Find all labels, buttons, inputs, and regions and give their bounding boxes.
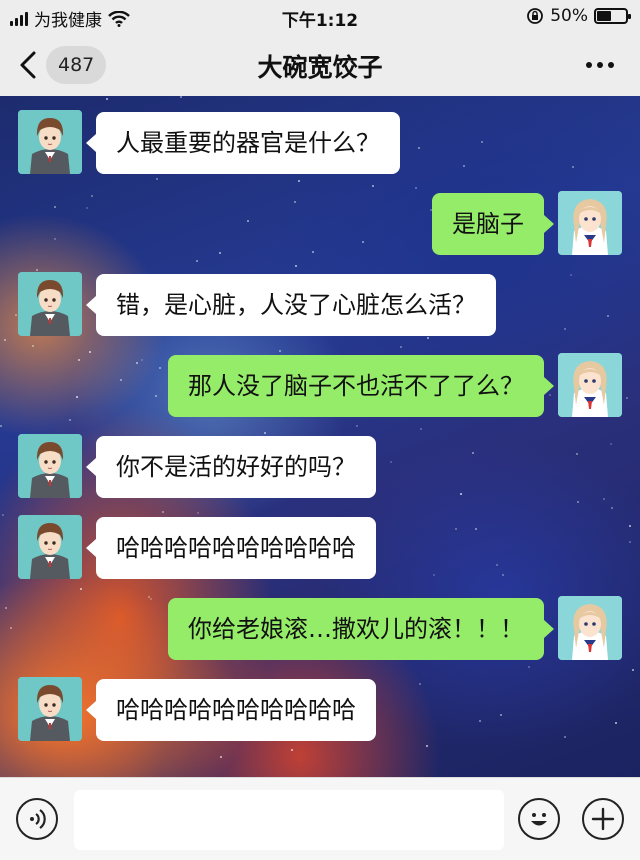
message-row: 是脑子 — [0, 191, 640, 261]
input-bar — [0, 777, 640, 860]
message-row: 你给老娘滚…撒欢儿的滚！！！ — [0, 596, 640, 666]
plus-icon — [591, 807, 615, 831]
orientation-lock-icon — [527, 8, 544, 24]
more-button[interactable] — [586, 62, 614, 68]
voice-button[interactable] — [16, 798, 58, 840]
status-bar: 为我健康 下午1:12 50% — [0, 0, 640, 34]
more-dots-icon — [586, 62, 592, 68]
contact-avatar[interactable] — [18, 677, 82, 741]
incoming-message-bubble[interactable]: 人最重要的器官是什么？ — [86, 112, 400, 174]
incoming-message-bubble[interactable]: 哈哈哈哈哈哈哈哈哈哈 — [86, 679, 376, 741]
outgoing-message-bubble[interactable]: 那人没了脑子不也活不了了么？ — [168, 355, 554, 417]
contact-avatar[interactable] — [18, 272, 82, 336]
message-row: 错，是心脏，人没了心脏怎么活？ — [0, 272, 640, 342]
incoming-message-bubble[interactable]: 错，是心脏，人没了心脏怎么活？ — [86, 274, 496, 336]
outgoing-message-bubble[interactable]: 你给老娘滚…撒欢儿的滚！！！ — [168, 598, 554, 660]
nav-bar: 487 大碗宽饺子 — [0, 34, 640, 96]
plus-button[interactable] — [582, 798, 624, 840]
message-row: 哈哈哈哈哈哈哈哈哈哈 — [0, 677, 640, 747]
message-input[interactable] — [74, 790, 504, 850]
battery-icon — [594, 8, 631, 24]
message-row: 你不是活的好好的吗？ — [0, 434, 640, 504]
message-row: 哈哈哈哈哈哈哈哈哈哈 — [0, 515, 640, 585]
incoming-message-bubble[interactable]: 你不是活的好好的吗？ — [86, 436, 376, 498]
message-row: 那人没了脑子不也活不了了么？ — [0, 353, 640, 423]
status-right: 50% — [526, 6, 631, 26]
my-avatar[interactable] — [558, 596, 622, 660]
chat-area[interactable]: 人最重要的器官是什么？ 是脑子错，是心脏，人没了心脏怎么活？ 那人没了脑子不也活不了… — [0, 96, 640, 777]
message-row: 人最重要的器官是什么？ — [0, 110, 640, 180]
emoji-icon — [531, 813, 547, 826]
incoming-message-bubble[interactable]: 哈哈哈哈哈哈哈哈哈哈 — [86, 517, 376, 579]
emoji-button[interactable] — [518, 798, 560, 840]
contact-avatar[interactable] — [18, 515, 82, 579]
my-avatar[interactable] — [558, 191, 622, 255]
outgoing-message-bubble[interactable]: 是脑子 — [432, 193, 554, 255]
chat-title: 大碗宽饺子 — [257, 53, 383, 82]
battery-percent: 50% — [550, 6, 588, 26]
contact-avatar[interactable] — [18, 434, 82, 498]
voice-icon — [30, 809, 46, 829]
battery-fill — [597, 11, 611, 21]
contact-avatar[interactable] — [18, 110, 82, 174]
my-avatar[interactable] — [558, 353, 622, 417]
